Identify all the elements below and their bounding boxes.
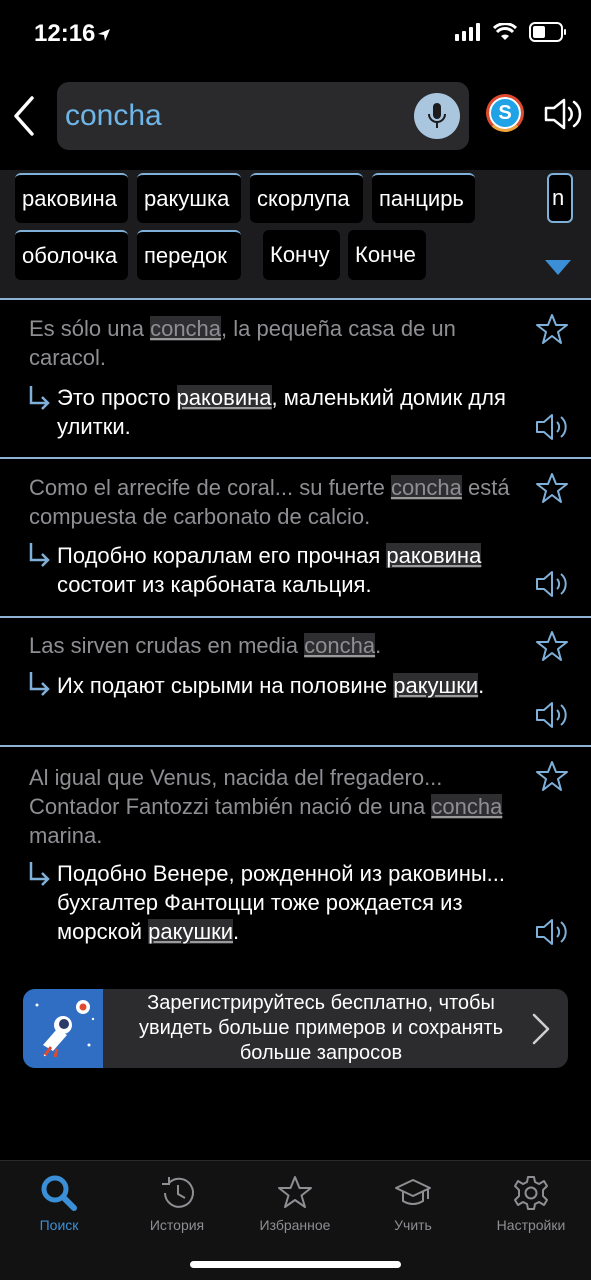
- speaker-icon[interactable]: [534, 916, 570, 948]
- chip-translation[interactable]: раковина: [15, 173, 128, 223]
- tab-label: Учить: [394, 1217, 432, 1233]
- example-translation: Подобно кораллам его прочная раковина со…: [57, 541, 537, 599]
- star-icon[interactable]: [535, 759, 569, 793]
- example-translation: Их подают сырыми на половине ракушки.: [57, 671, 537, 700]
- chip-translation[interactable]: панцирь: [372, 173, 475, 223]
- translation-text: .: [233, 919, 240, 944]
- source-text: marina.: [29, 823, 103, 848]
- tab-search[interactable]: Поиск: [0, 1173, 118, 1237]
- tab-label: Настройки: [496, 1217, 566, 1233]
- status-time: 12:16: [34, 20, 96, 47]
- translation-text: Подобно Венере, рожденной из раковины...…: [57, 861, 506, 944]
- speaker-icon[interactable]: [534, 699, 570, 731]
- star-icon: [278, 1176, 312, 1208]
- tab-label: История: [149, 1217, 205, 1233]
- back-chevron-icon[interactable]: [8, 92, 40, 140]
- source-highlight: concha: [304, 633, 376, 658]
- tab-settings[interactable]: Настройки: [472, 1173, 590, 1237]
- tab-learn[interactable]: Учить: [354, 1173, 472, 1237]
- promo-illustration: [23, 989, 103, 1068]
- example-item: Las sirven crudas en media concha. Их по…: [0, 618, 591, 747]
- translation-highlight: ракушки: [148, 919, 234, 944]
- search-header: S: [0, 74, 591, 166]
- source-text: Al igual que Venus, nacida del fregadero…: [29, 765, 443, 819]
- example-item: Es sólo una concha, la pequeña casa de u…: [0, 300, 591, 459]
- translation-text: состоит из карбоната кальция.: [57, 572, 372, 597]
- location-arrow-icon: [98, 29, 110, 41]
- source-text: Como el arrecife de coral... su fuerte: [29, 475, 391, 500]
- chip-translation[interactable]: Кончу: [263, 230, 340, 280]
- example-translation: Это просто раковина, маленький домик для…: [57, 383, 537, 441]
- astronaut-icon: [35, 1000, 95, 1058]
- wifi-icon: [493, 23, 517, 40]
- example-item: Como el arrecife de coral... su fuerte c…: [0, 459, 591, 618]
- source-text: Las sirven crudas en media: [29, 633, 305, 658]
- expand-triangle-icon[interactable]: [545, 260, 571, 275]
- translation-text: Подобно кораллам его прочная: [57, 543, 387, 568]
- history-icon: [162, 1177, 194, 1208]
- search-input[interactable]: [65, 92, 405, 140]
- arrow-turn-icon: [29, 543, 50, 567]
- star-icon[interactable]: [535, 471, 569, 505]
- example-source: Es sólo una concha, la pequeña casa de u…: [29, 314, 519, 372]
- source-text: .: [375, 633, 382, 658]
- chip-translation[interactable]: n: [547, 173, 573, 223]
- home-indicator: [190, 1261, 401, 1268]
- promo-text: Зарегистрируйтесь бесплатно, чтобы увиде…: [139, 992, 503, 1064]
- signal-icon: [455, 23, 480, 41]
- graduation-cap-icon: [395, 1179, 431, 1205]
- arrow-turn-icon: [29, 672, 50, 696]
- gear-icon: [514, 1176, 548, 1210]
- star-icon[interactable]: [535, 312, 569, 346]
- chip-translation[interactable]: оболочка: [15, 230, 128, 280]
- tab-label: Избранное: [259, 1217, 331, 1233]
- source-text: Es sólo una: [29, 316, 151, 341]
- search-icon: [41, 1175, 77, 1211]
- source-highlight: concha: [150, 316, 222, 341]
- status-bar: 12:16: [0, 0, 591, 70]
- chevron-right-icon: [532, 1013, 550, 1045]
- speaker-icon[interactable]: [534, 411, 570, 443]
- status-icons: [455, 22, 567, 42]
- star-icon[interactable]: [535, 629, 569, 663]
- speaker-icon[interactable]: [542, 94, 584, 134]
- battery-icon: [529, 22, 566, 42]
- source-highlight: concha: [431, 794, 503, 819]
- speaker-icon[interactable]: [534, 568, 570, 600]
- example-translation: Подобно Венере, рожденной из раковины...…: [57, 859, 517, 946]
- translation-text: Это просто: [57, 385, 177, 410]
- example-source: Las sirven crudas en media concha.: [29, 631, 519, 660]
- microphone-button[interactable]: [414, 93, 460, 139]
- chip-translation[interactable]: Конче: [348, 230, 426, 280]
- translation-highlight: раковина: [176, 385, 272, 410]
- translation-highlight: ракушки: [393, 673, 479, 698]
- chip-translation[interactable]: ракушка: [137, 173, 241, 223]
- chip-translation[interactable]: передок: [137, 230, 241, 280]
- tab-favorites[interactable]: Избранное: [236, 1173, 354, 1237]
- arrow-turn-icon: [29, 862, 50, 886]
- example-item: Al igual que Venus, nacida del fregadero…: [0, 747, 591, 967]
- source-highlight: concha: [390, 475, 462, 500]
- signup-promo-banner[interactable]: Зарегистрируйтесь бесплатно, чтобы увиде…: [23, 989, 568, 1068]
- arrow-turn-icon: [29, 386, 50, 410]
- translation-text: .: [478, 673, 485, 698]
- skype-icon[interactable]: S: [489, 97, 521, 129]
- tab-label: Поиск: [39, 1217, 79, 1233]
- chip-translation[interactable]: скорлупа: [250, 173, 363, 223]
- translation-text: Их подают сырыми на половине: [57, 673, 394, 698]
- microphone-icon: [428, 103, 446, 128]
- translation-highlight: раковина: [386, 543, 482, 568]
- example-source: Al igual que Venus, nacida del fregadero…: [29, 763, 509, 850]
- translation-chips: раковина ракушка скорлупа панцирь n обол…: [0, 170, 591, 298]
- search-box[interactable]: [57, 82, 469, 150]
- tab-history[interactable]: История: [118, 1173, 236, 1237]
- example-source: Como el arrecife de coral... su fuerte c…: [29, 473, 519, 531]
